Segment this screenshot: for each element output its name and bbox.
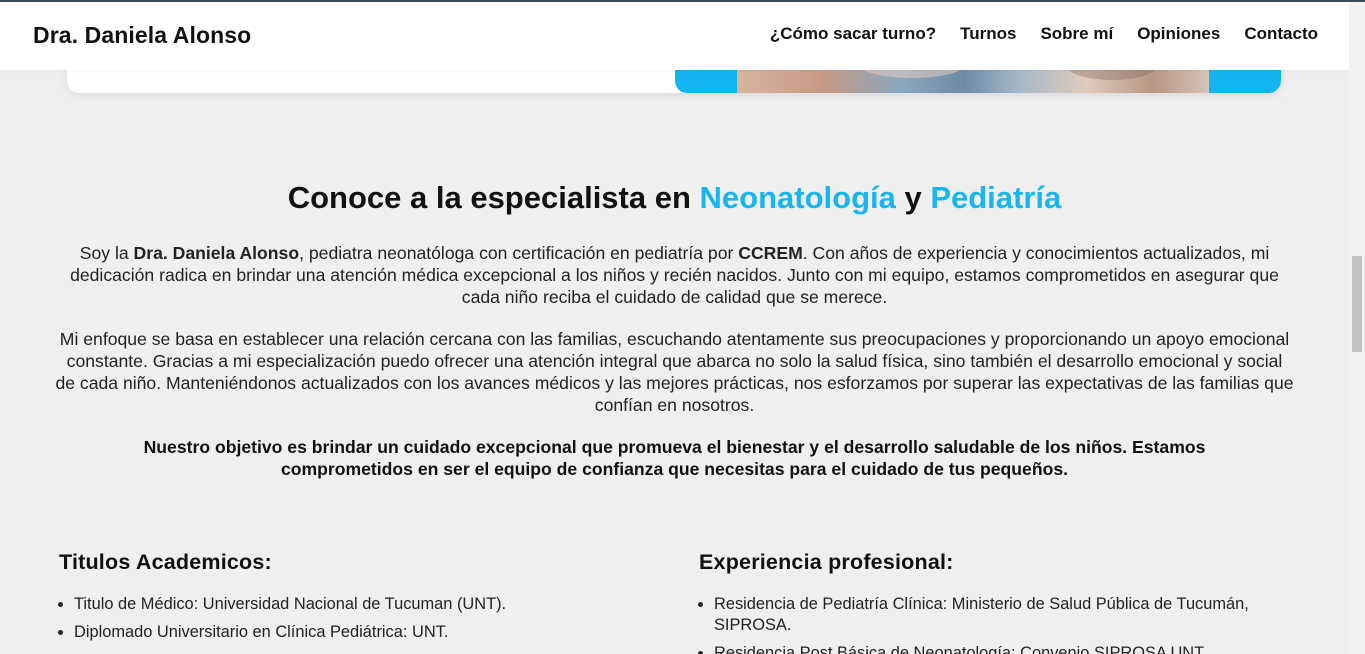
top-border [0, 0, 1365, 2]
nav-link-sobre-mi[interactable]: Sobre mí [1040, 24, 1113, 44]
certification-name: CCREM [738, 243, 803, 263]
intro-text-a: Soy la [79, 243, 134, 263]
navbar: Dra. Daniela Alonso ¿Cómo sacar turno? T… [0, 2, 1349, 70]
nav-link-contacto[interactable]: Contacto [1244, 24, 1318, 44]
list-item: Diplomado Universitario en Clínica Pediá… [74, 622, 659, 643]
scrollbar-thumb[interactable] [1352, 256, 1362, 352]
academics-list: Titulo de Médico: Universidad Nacional d… [59, 594, 659, 643]
brand-logo[interactable]: Dra. Daniela Alonso [33, 22, 251, 49]
nav-links: ¿Cómo sacar turno? Turnos Sobre mí Opini… [770, 24, 1318, 44]
about-title-mid: y [895, 180, 931, 215]
nav-link-opiniones[interactable]: Opiniones [1137, 24, 1220, 44]
page: Dra. Daniela Alonso ¿Cómo sacar turno? T… [0, 0, 1365, 654]
about-title: Conoce a la especialista en Neonatología… [0, 180, 1349, 216]
nav-link-turnos[interactable]: Turnos [960, 24, 1016, 44]
experience-section: Experiencia profesional: Residencia de P… [699, 550, 1299, 654]
academics-title: Titulos Academicos: [59, 550, 272, 574]
page-scrollbar[interactable] [1349, 2, 1365, 654]
about-paragraph-approach: Mi enfoque se basa en establecer una rel… [55, 329, 1294, 415]
intro-text-b: , pediatra neonatóloga con certificación… [299, 243, 739, 263]
list-item: Residencia de Pediatría Clínica: Ministe… [714, 594, 1299, 636]
list-item: Titulo de Médico: Universidad Nacional d… [74, 594, 659, 615]
academics-section: Titulos Academicos: Titulo de Médico: Un… [59, 550, 659, 650]
list-item: Residencia Post Básica de Neonatología: … [714, 643, 1299, 654]
about-section: Conoce a la especialista en Neonatología… [0, 180, 1349, 480]
about-paragraph-goal: Nuestro objetivo es brindar un cuidado e… [143, 437, 1206, 479]
about-paragraph-intro: Soy la Dra. Daniela Alonso, pediatra neo… [65, 242, 1285, 308]
doctor-name: Dra. Daniela Alonso [133, 243, 300, 263]
experience-title: Experiencia profesional: [699, 550, 954, 574]
about-title-prefix: Conoce a la especialista en [287, 180, 700, 215]
experience-list: Residencia de Pediatría Clínica: Ministe… [699, 594, 1299, 654]
about-title-pediatria: Pediatría [930, 180, 1062, 215]
nav-link-como-sacar-turno[interactable]: ¿Cómo sacar turno? [770, 24, 936, 44]
about-title-neonatologia: Neonatología [699, 180, 896, 215]
